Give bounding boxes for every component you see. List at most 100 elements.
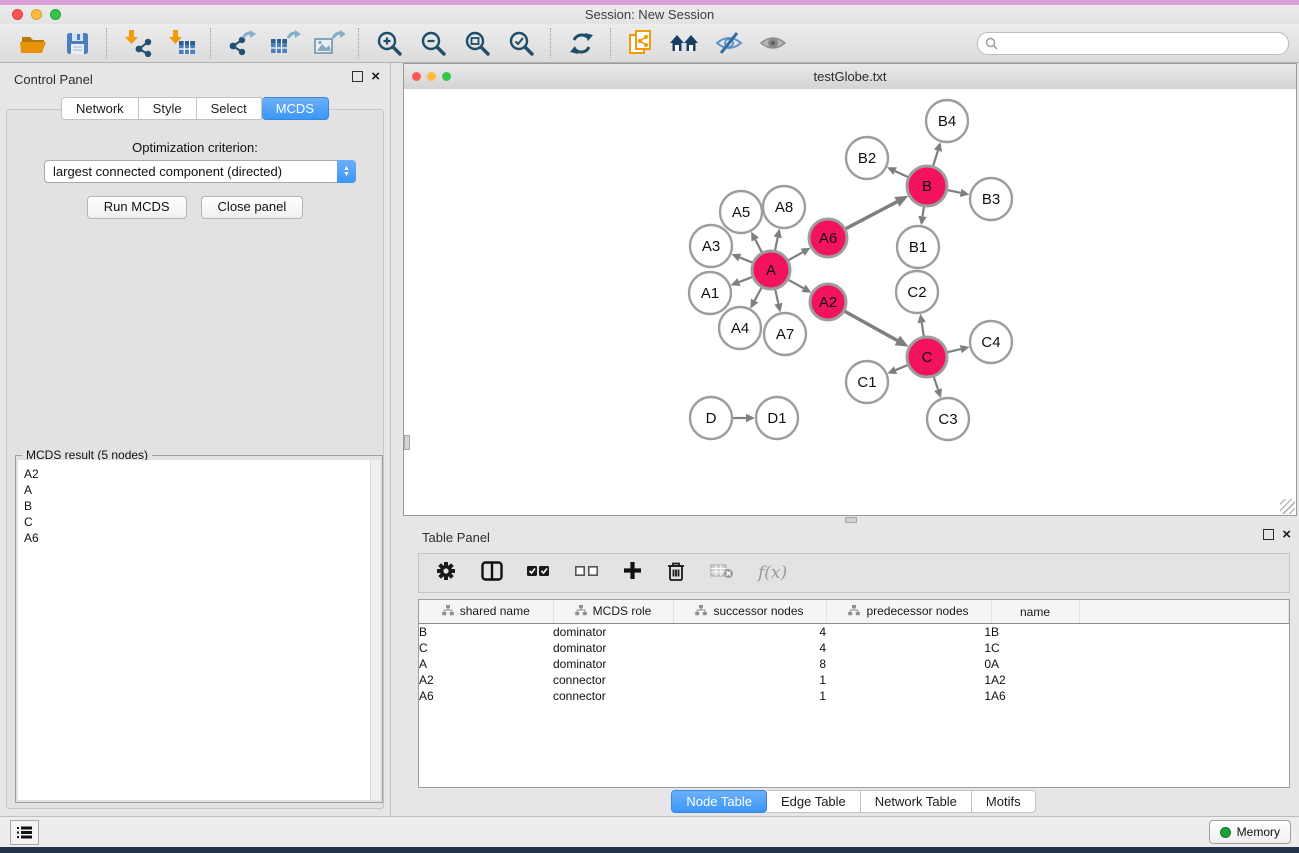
export-network-icon[interactable] [222, 27, 260, 59]
graph-edge-C-C1[interactable] [896, 365, 909, 370]
close-panel-button[interactable]: Close panel [201, 196, 304, 219]
column-header-predecessor-nodes[interactable]: predecessor nodes [826, 600, 991, 624]
column-header-name[interactable]: name [991, 600, 1079, 624]
table-row[interactable]: Cdominator41C [419, 640, 1289, 656]
search-field[interactable] [977, 32, 1289, 55]
network-canvas[interactable]: B4B2BB3A5A8A6A3B1AA1C2A2A4A7C4CC1DD1C3 [404, 89, 1296, 515]
graph-edge-A-A6[interactable] [788, 252, 803, 261]
app-window: Session: New Session [0, 5, 1299, 847]
table-cell: connector [553, 688, 673, 704]
edge-arrowhead-icon [774, 303, 782, 313]
graph-edge-A-A3[interactable] [740, 258, 754, 263]
zoom-selected-icon[interactable] [502, 27, 540, 59]
unselect-all-columns-icon[interactable] [575, 564, 599, 582]
search-input[interactable] [1002, 35, 1281, 51]
table-cell: C [991, 640, 1079, 656]
eye-icon[interactable] [754, 27, 792, 59]
refresh-icon[interactable] [562, 27, 600, 59]
graph-edge-A-A5[interactable] [755, 240, 762, 254]
table-row[interactable]: A6connector11A6 [419, 688, 1289, 704]
save-session-icon[interactable] [58, 27, 96, 59]
graph-edge-A2-C[interactable] [844, 311, 898, 341]
tab-select[interactable]: Select [197, 97, 262, 120]
create-column-icon[interactable] [623, 561, 642, 585]
close-panel-icon[interactable]: × [371, 71, 380, 82]
table-cell: 4 [673, 624, 826, 641]
tab-mcds[interactable]: MCDS [262, 97, 329, 120]
table-panel-title: Table Panel [422, 530, 490, 545]
column-header-successor-nodes[interactable]: successor nodes [673, 600, 826, 624]
show-panels-list-button[interactable] [10, 820, 39, 845]
graph-edge-A-A1[interactable] [739, 277, 753, 282]
graphics-details-icon[interactable] [710, 27, 748, 59]
table-row[interactable]: A2connector11A2 [419, 672, 1289, 688]
zoom-out-icon[interactable] [414, 27, 452, 59]
close-table-panel-icon[interactable]: × [1282, 529, 1291, 540]
zoom-fit-icon[interactable] [458, 27, 496, 59]
graph-edge-A-A4[interactable] [755, 287, 762, 301]
graph-edge-C-C3[interactable] [933, 376, 938, 390]
graph-node-label: C1 [857, 374, 876, 391]
graph-edge-C-C2[interactable] [922, 323, 924, 338]
show-columns-icon[interactable] [481, 561, 503, 586]
memory-button[interactable]: Memory [1209, 820, 1291, 844]
table-panel-tabs: Node TableEdge TableNetwork TableMotifs [408, 790, 1299, 813]
tab-style[interactable]: Style [139, 97, 197, 120]
zoom-in-icon[interactable] [370, 27, 408, 59]
select-all-columns-icon[interactable] [527, 564, 551, 582]
app-title: Session: New Session [0, 7, 1299, 22]
toolbar-separator [610, 28, 612, 58]
new-network-from-selection-icon[interactable] [622, 27, 660, 59]
criterion-select[interactable]: largest connected component (directed) ▲… [44, 160, 356, 183]
mcds-result-item[interactable]: B [24, 498, 370, 514]
graph-edge-A6-B[interactable] [845, 202, 897, 229]
graph-edge-A-A8[interactable] [775, 237, 778, 251]
graph-edge-B-B3[interactable] [947, 190, 961, 193]
table-row[interactable]: Bdominator41B [419, 624, 1289, 641]
graph-edge-B-B1[interactable] [923, 206, 925, 217]
tab-network-table[interactable]: Network Table [861, 790, 972, 813]
list-icon [17, 826, 32, 839]
tab-motifs[interactable]: Motifs [972, 790, 1036, 813]
mcds-result-item[interactable]: C [24, 514, 370, 530]
table-row[interactable]: Adominator80A [419, 656, 1289, 672]
column-header-MCDS-role[interactable]: MCDS role [553, 600, 673, 624]
network-vertical-scroll-thumb[interactable] [404, 435, 410, 450]
delete-table-icon[interactable] [710, 563, 734, 584]
function-builder-icon[interactable]: f(x) [758, 563, 787, 583]
network-graph[interactable]: B4B2BB3A5A8A6A3B1AA1C2A2A4A7C4CC1DD1C3 [404, 89, 1296, 515]
tab-node-table[interactable]: Node Table [671, 790, 767, 813]
mcds-result-item[interactable]: A6 [24, 530, 370, 546]
import-table-icon[interactable] [162, 27, 200, 59]
graph-node-label: A [766, 262, 776, 279]
tab-network[interactable]: Network [61, 97, 139, 120]
network-window-titlebar[interactable]: testGlobe.txt [404, 64, 1296, 90]
result-scrollbar[interactable] [370, 460, 380, 800]
control-panel: Control Panel × NetworkStyleSelectMCDS O… [0, 63, 391, 818]
open-file-icon[interactable] [14, 27, 52, 59]
network-overview-icon[interactable] [666, 27, 704, 59]
toolbar-separator [550, 28, 552, 58]
import-network-icon[interactable] [118, 27, 156, 59]
tab-edge-table[interactable]: Edge Table [767, 790, 861, 813]
float-table-panel-icon[interactable] [1263, 529, 1274, 540]
float-panel-icon[interactable] [352, 71, 363, 82]
graph-node-label: A2 [819, 294, 837, 311]
graph-edge-B-B2[interactable] [895, 171, 909, 177]
graph-edge-B-B4[interactable] [933, 151, 938, 167]
mcds-result-item[interactable]: A2 [24, 466, 370, 482]
graph-edge-C-C4[interactable] [946, 349, 960, 352]
graph-edge-A-A7[interactable] [775, 289, 778, 304]
column-header-shared-name[interactable]: shared name [419, 600, 553, 624]
export-image-icon[interactable] [310, 27, 348, 59]
export-table-icon[interactable] [266, 27, 304, 59]
graph-edge-A-A2[interactable] [788, 279, 804, 288]
resize-grip-icon[interactable] [1280, 499, 1295, 514]
mcds-result-item[interactable]: A [24, 482, 370, 498]
edge-arrowhead-icon [731, 278, 741, 286]
table-mode-gear-icon[interactable] [435, 560, 457, 587]
delete-columns-icon[interactable] [666, 560, 686, 587]
edge-arrowhead-icon [918, 314, 926, 324]
status-bar: Memory [0, 816, 1299, 847]
run-mcds-button[interactable]: Run MCDS [87, 196, 187, 219]
